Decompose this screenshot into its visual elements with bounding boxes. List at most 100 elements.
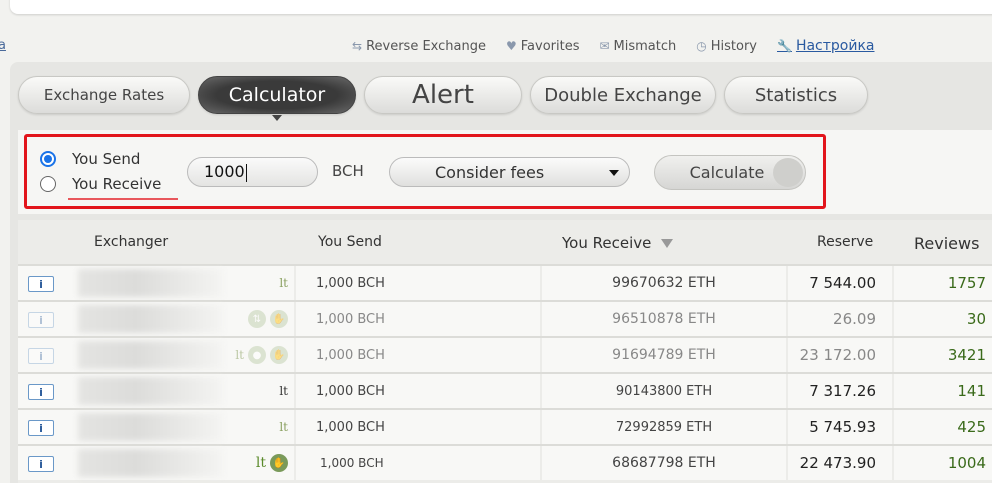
favorites-label: Favorites xyxy=(520,38,580,54)
info-icon[interactable]: i xyxy=(28,420,54,436)
hand-badge-icon: ✋ xyxy=(270,310,288,328)
table-row[interactable]: i ⇅ ✋ 1,000 BCH 96510878 ETH 26.09 30 xyxy=(18,300,992,336)
reviews-cell: 1004 xyxy=(894,446,992,480)
lt-badge: lt xyxy=(255,455,266,471)
reserve-cell: 5 745.93 xyxy=(788,410,892,444)
table-row[interactable]: i lt 1,000 BCH 90143800 ETH 7 317.26 141 xyxy=(18,372,992,408)
receive-amount: 72992859 ETH xyxy=(615,419,713,435)
reserve-amount: 23 172.00 xyxy=(799,346,876,364)
exchanger-badges: lt ✋ xyxy=(256,446,288,480)
info-icon[interactable]: i xyxy=(28,312,54,328)
reviews-count[interactable]: 3421 xyxy=(948,346,986,364)
exchanger-cell: i lt xyxy=(18,374,294,408)
receive-amount: 68687798 ETH xyxy=(612,455,716,471)
table-row[interactable]: i lt ✋ 1,000 BCH 68687798 ETH 22 473.90 1004 xyxy=(18,444,992,480)
info-icon[interactable]: i xyxy=(28,456,54,472)
reviews-count[interactable]: 30 xyxy=(967,310,986,328)
settings-link[interactable]: 🔧 Настройка xyxy=(777,38,875,54)
tab-bar: Exchange Rates Calculator Alert Double E… xyxy=(18,76,876,121)
reserve-cell: 7 544.00 xyxy=(788,266,892,300)
reviews-count[interactable]: 141 xyxy=(957,382,986,400)
send-cell: 1,000 BCH xyxy=(296,266,540,300)
exchanger-cell: i lt ● ✋ xyxy=(18,338,294,372)
reverse-arrows-icon: ⇆ xyxy=(352,39,363,53)
reserve-cell: 22 473.90 xyxy=(788,446,892,480)
exchanger-name-redacted[interactable] xyxy=(78,377,223,405)
lt-badge: lt xyxy=(279,420,288,434)
exchanger-badges: lt xyxy=(279,266,288,300)
edge-link[interactable]: a xyxy=(0,38,6,53)
column-header-you-receive[interactable]: You Receive xyxy=(562,234,651,252)
send-amount: 1,000 BCH xyxy=(316,347,385,363)
column-header-reviews[interactable]: Reviews xyxy=(914,234,979,253)
tab-calculator[interactable]: Calculator xyxy=(198,76,356,121)
tab-label: Calculator xyxy=(228,84,326,106)
tab-alert[interactable]: Alert xyxy=(364,76,522,114)
favorites-link[interactable]: ♥ Favorites xyxy=(506,39,580,54)
tab-label: Alert xyxy=(412,80,474,110)
receive-cell: 91694789 ETH xyxy=(542,338,786,372)
receive-amount: 90143800 ETH xyxy=(615,383,713,399)
reserve-amount: 7 317.26 xyxy=(809,382,876,400)
exchanger-cell: i lt ✋ xyxy=(18,446,294,480)
send-cell: 1,000 BCH xyxy=(296,302,540,336)
column-header-you-send[interactable]: You Send xyxy=(318,234,382,250)
send-amount: 1,000 BCH xyxy=(316,275,385,291)
reviews-count[interactable]: 1004 xyxy=(948,454,986,472)
sort-down-icon[interactable] xyxy=(661,239,673,248)
send-amount: 1,000 BCH xyxy=(320,456,384,470)
receive-amount: 99670632 ETH xyxy=(612,275,716,291)
send-cell: 1,000 BCH xyxy=(296,338,540,372)
table-row[interactable]: i lt 1,000 BCH 99670632 ETH 7 544.00 1757 xyxy=(18,264,992,300)
table-row[interactable]: i lt ● ✋ 1,000 BCH 91694789 ETH 23 172.00 3421 xyxy=(18,336,992,372)
reviews-count[interactable]: 1757 xyxy=(948,274,986,292)
tab-exchange-rates[interactable]: Exchange Rates xyxy=(18,76,190,114)
receive-amount: 91694789 ETH xyxy=(612,347,716,363)
reviews-cell: 3421 xyxy=(894,338,992,372)
table-row[interactable]: i lt 1,000 BCH 72992859 ETH 5 745.93 425 xyxy=(18,408,992,444)
exchanger-name-redacted[interactable] xyxy=(78,449,223,477)
exchanger-badges: ⇅ ✋ xyxy=(248,302,288,336)
send-cell: 1,000 BCH xyxy=(296,374,540,408)
exchanger-cell: i ⇅ ✋ xyxy=(18,302,294,336)
exchanger-badges: lt xyxy=(279,410,288,444)
person-badge-icon: ● xyxy=(248,346,266,364)
reverse-exchange-link[interactable]: ⇆ Reverse Exchange xyxy=(352,39,486,54)
toolbar: ⇆ Reverse Exchange ♥ Favorites ✉ Mismatc… xyxy=(352,36,992,56)
exchanger-cell: i lt xyxy=(18,410,294,444)
heart-icon: ♥ xyxy=(505,39,517,53)
reserve-amount: 7 544.00 xyxy=(809,274,876,292)
receive-amount: 96510878 ETH xyxy=(612,311,716,327)
receive-cell: 68687798 ETH xyxy=(542,446,786,480)
tab-double-exchange[interactable]: Double Exchange xyxy=(530,76,716,114)
receive-cell: 72992859 ETH xyxy=(542,410,786,444)
info-icon[interactable]: i xyxy=(28,276,54,292)
exchanger-name-redacted[interactable] xyxy=(78,269,223,297)
reviews-cell: 1757 xyxy=(894,266,992,300)
receive-cell: 96510878 ETH xyxy=(542,302,786,336)
reserve-cell: 7 317.26 xyxy=(788,374,892,408)
reverse-exchange-label: Reverse Exchange xyxy=(366,38,486,54)
lt-badge: lt xyxy=(235,348,244,362)
receive-cell: 90143800 ETH xyxy=(542,374,786,408)
mismatch-link[interactable]: ✉ Mismatch xyxy=(599,39,676,54)
arrows-badge-icon: ⇅ xyxy=(248,310,266,328)
column-header-reserve[interactable]: Reserve xyxy=(817,234,873,250)
send-cell: 1,000 BCH xyxy=(296,410,540,444)
info-icon[interactable]: i xyxy=(28,384,54,400)
reserve-amount: 26.09 xyxy=(833,310,876,328)
reviews-count[interactable]: 425 xyxy=(957,418,986,436)
exchanger-name-redacted[interactable] xyxy=(78,341,223,369)
reviews-cell: 425 xyxy=(894,410,992,444)
reserve-cell: 26.09 xyxy=(788,302,892,336)
info-icon[interactable]: i xyxy=(28,348,54,364)
exchanger-name-redacted[interactable] xyxy=(78,305,223,333)
column-header-exchanger[interactable]: Exchanger xyxy=(94,234,168,250)
tab-statistics[interactable]: Statistics xyxy=(724,76,868,114)
history-link[interactable]: ◷ History xyxy=(696,39,757,54)
exchanger-name-redacted[interactable] xyxy=(78,413,223,441)
tab-label: Double Exchange xyxy=(544,84,702,106)
exchanger-cell: i lt xyxy=(18,266,294,300)
send-amount: 1,000 BCH xyxy=(316,419,385,435)
exchanger-badges: lt ● ✋ xyxy=(235,338,288,372)
